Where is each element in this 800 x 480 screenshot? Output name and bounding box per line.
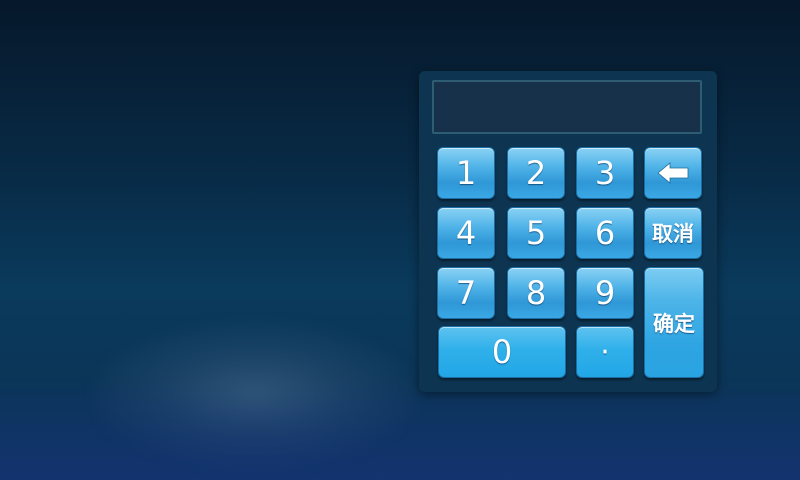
key-2[interactable]: 2 bbox=[507, 147, 565, 199]
key-5[interactable]: 5 bbox=[507, 207, 565, 259]
backspace-button[interactable] bbox=[644, 147, 702, 199]
key-7[interactable]: 7 bbox=[437, 267, 495, 319]
confirm-button[interactable]: 确定 bbox=[644, 267, 704, 378]
key-0[interactable]: 0 bbox=[438, 326, 566, 378]
key-6[interactable]: 6 bbox=[576, 207, 634, 259]
key-8[interactable]: 8 bbox=[507, 267, 565, 319]
cancel-button[interactable]: 取消 bbox=[644, 207, 702, 259]
keypad-display bbox=[432, 80, 702, 134]
key-4[interactable]: 4 bbox=[437, 207, 495, 259]
numeric-keypad: 1 2 3 4 5 6 取消 7 8 9 确定 0 · bbox=[419, 71, 717, 392]
key-9[interactable]: 9 bbox=[576, 267, 634, 319]
key-1[interactable]: 1 bbox=[437, 147, 495, 199]
background-gradient bbox=[0, 380, 800, 480]
key-3[interactable]: 3 bbox=[576, 147, 634, 199]
backspace-arrow-icon bbox=[657, 162, 689, 184]
key-decimal-point[interactable]: · bbox=[576, 326, 634, 378]
